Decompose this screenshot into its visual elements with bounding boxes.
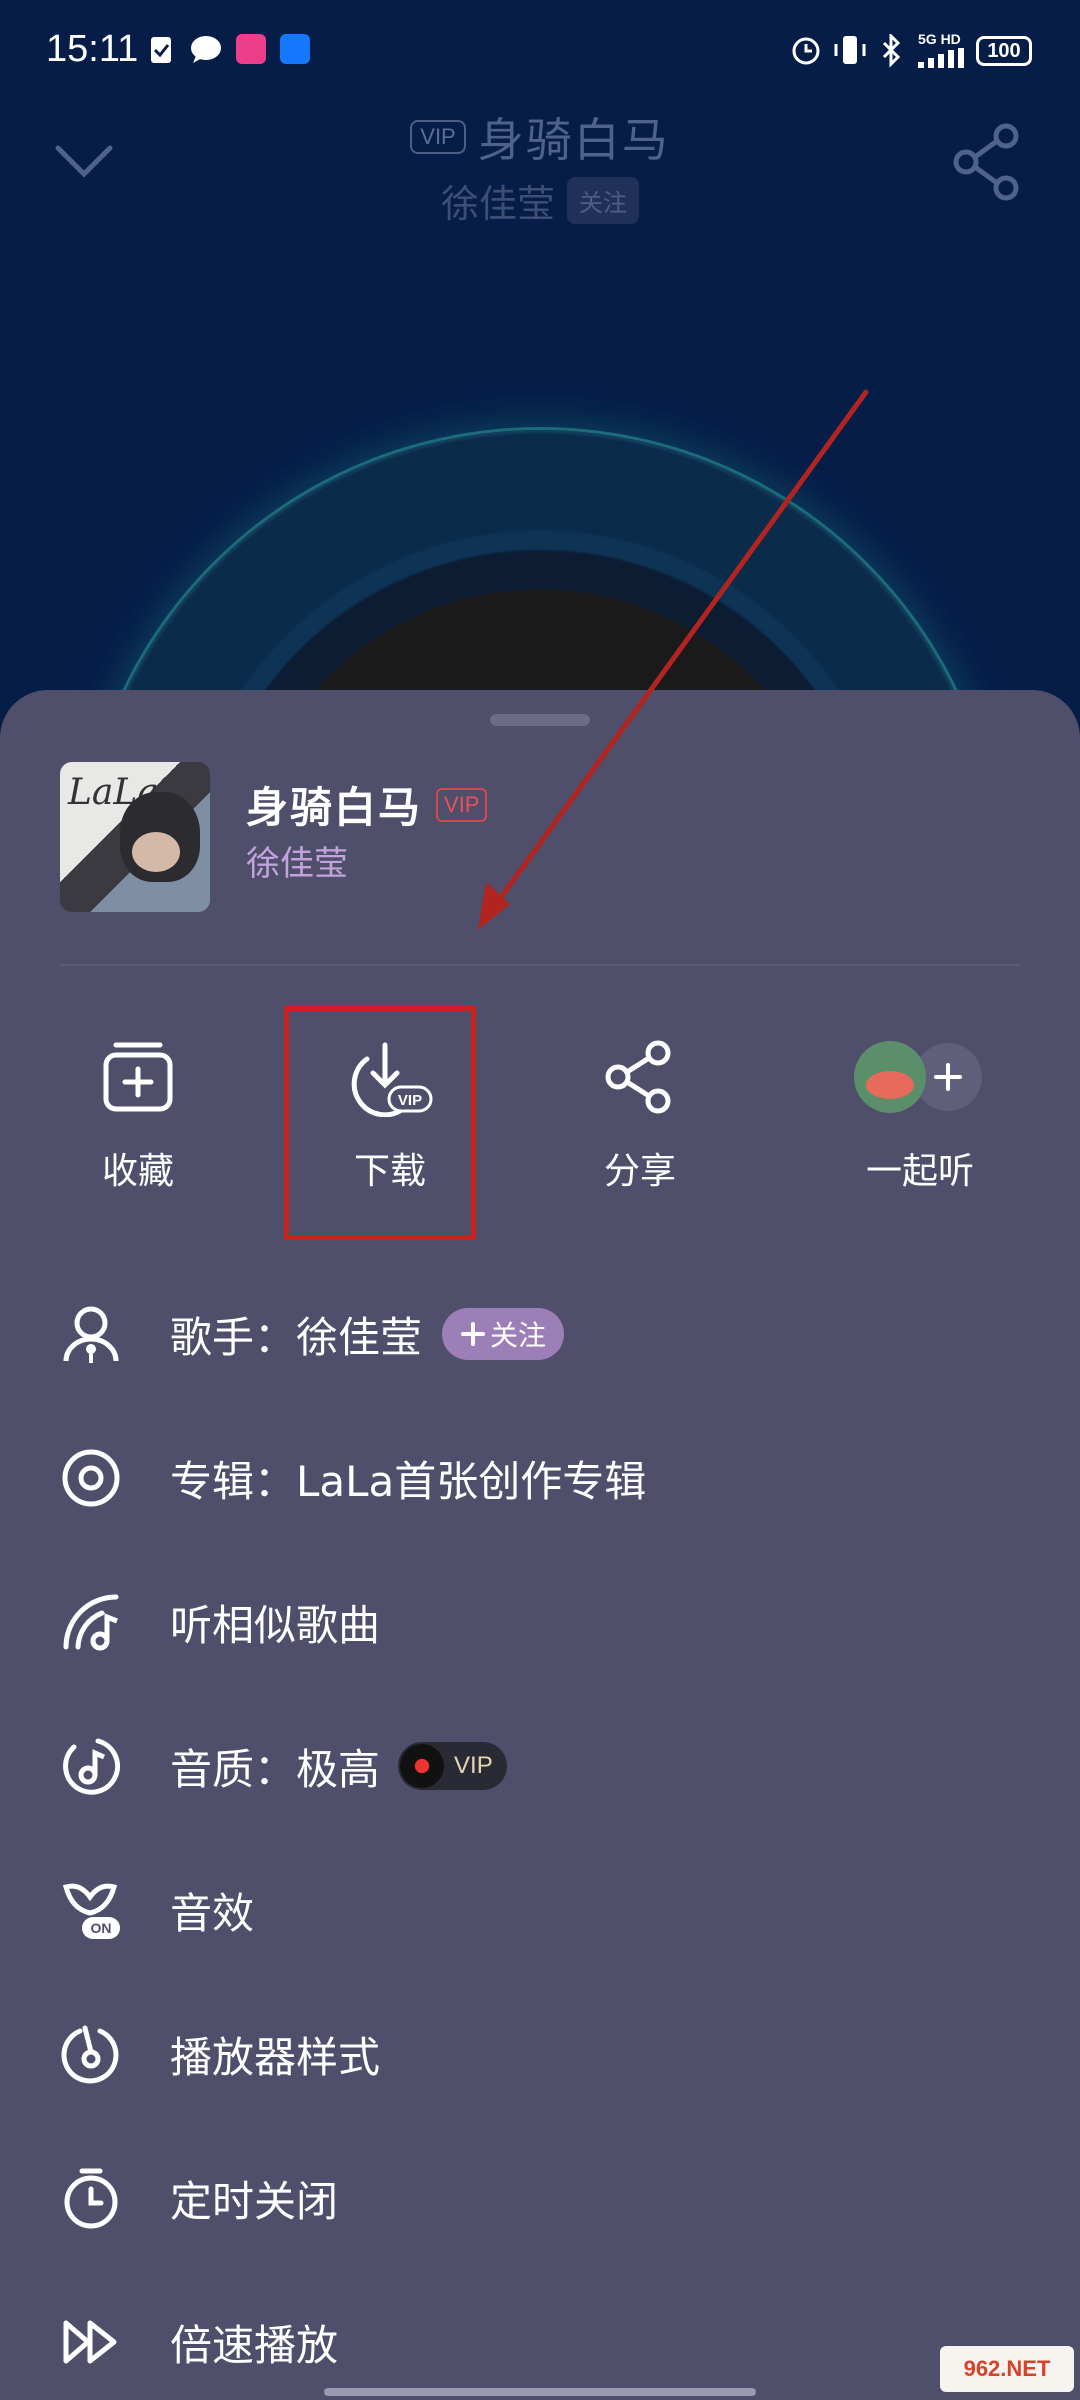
menu-item-quality[interactable]: 音质：极高 VIP xyxy=(60,1726,1020,1806)
more-options-sheet: LaLa 身骑白马 VIP 徐佳莹 收藏 VIP 下载 分享 一起听 歌手：徐佳… xyxy=(0,690,1080,2400)
menu-similar-label: 听相似歌曲 xyxy=(170,1600,381,1650)
player-song-title: 身骑白马 xyxy=(477,113,670,167)
bluetooth-icon xyxy=(882,34,901,68)
menu-sound-effect-label: 音效 xyxy=(170,1888,255,1938)
menu-item-speed[interactable]: 倍速播放 xyxy=(60,2302,1020,2382)
signal-icon xyxy=(918,48,964,68)
task-check-icon xyxy=(151,37,171,63)
watermark: 962.NET xyxy=(940,2346,1074,2392)
menu-item-sound-effect[interactable]: ON 音效 xyxy=(60,1870,1020,1950)
menu-item-timer[interactable]: 定时关闭 xyxy=(60,2158,1020,2238)
player-follow-button[interactable]: 关注 xyxy=(567,176,639,224)
divider xyxy=(60,964,1020,966)
share-icon[interactable] xyxy=(948,122,1028,202)
sheet-drag-handle[interactable] xyxy=(490,714,590,726)
collect-label: 收藏 xyxy=(101,1151,174,1192)
listen-together-icon xyxy=(854,1041,982,1113)
quality-vip-badge: VIP xyxy=(398,1742,507,1790)
timer-icon xyxy=(64,2168,118,2229)
menu-item-album[interactable]: 专辑：LaLa首张创作专辑 xyxy=(60,1438,1020,1518)
sound-effect-icon: ON xyxy=(62,1883,120,1939)
menu-player-style-label: 播放器样式 xyxy=(170,2032,381,2082)
menu-quality-label: 音质：极高 xyxy=(170,1744,381,1794)
vip-tag: VIP xyxy=(410,120,466,154)
follow-singer-label: 关注 xyxy=(490,1319,547,1352)
share-button[interactable]: 分享 xyxy=(540,1032,740,1194)
vip-badge: VIP xyxy=(436,787,488,822)
sound-effect-on-badge: ON xyxy=(91,1920,112,1936)
cover-face xyxy=(132,832,180,872)
menu-item-singer[interactable]: 歌手：徐佳莹 关注 xyxy=(60,1294,1020,1374)
menu-timer-label: 定时关闭 xyxy=(170,2176,339,2226)
menu-item-player-style[interactable]: 播放器样式 xyxy=(60,2014,1020,2094)
vibrate-icon xyxy=(834,36,866,64)
listen-together-label: 一起听 xyxy=(865,1151,974,1192)
network-type: 5G HD xyxy=(918,31,961,47)
quality-icon xyxy=(63,1738,121,1795)
download-highlight-box xyxy=(284,1006,476,1240)
similar-songs-icon xyxy=(63,1594,119,1651)
share-label: 分享 xyxy=(603,1151,676,1192)
song-title: 身骑白马 xyxy=(246,783,423,832)
home-indicator[interactable] xyxy=(324,2388,756,2396)
player-artist-row: 徐佳莹 关注 xyxy=(0,172,1080,228)
status-bar: 15:11 5G HD 100 xyxy=(0,0,1080,100)
speed-icon xyxy=(63,2320,117,2364)
song-artist[interactable]: 徐佳莹 xyxy=(246,836,348,885)
share-icon xyxy=(605,1040,671,1114)
menu-item-similar-songs[interactable]: 听相似歌曲 xyxy=(60,1582,1020,1662)
album-icon xyxy=(62,1449,120,1507)
quality-vip-text: VIP xyxy=(454,1752,493,1779)
alarm-icon xyxy=(792,37,820,65)
battery-indicator: 100 xyxy=(976,36,1032,66)
collect-button[interactable]: 收藏 xyxy=(38,1032,238,1194)
player-style-icon xyxy=(61,2025,119,2084)
player-title-row: VIP 身骑白马 xyxy=(0,102,1080,172)
plus-icon xyxy=(461,1322,486,1346)
lala-app-icon xyxy=(236,34,266,64)
alipay-app-icon xyxy=(280,34,310,64)
message-icon xyxy=(191,36,221,63)
menu-album-label: 专辑：LaLa首张创作专辑 xyxy=(170,1456,647,1506)
vinyl-disc-icon xyxy=(400,1744,445,1788)
listen-together-button[interactable]: 一起听 xyxy=(820,1032,1020,1194)
album-cover: LaLa xyxy=(60,762,210,912)
player-artist[interactable]: 徐佳莹 xyxy=(441,173,555,228)
add-to-collection-icon xyxy=(103,1042,173,1112)
menu-singer-label: 歌手：徐佳莹 xyxy=(170,1312,423,1362)
status-time: 15:11 xyxy=(46,28,139,70)
song-title-row: 身骑白马 VIP xyxy=(246,774,488,835)
menu-speed-label: 倍速播放 xyxy=(170,2320,339,2370)
follow-singer-button[interactable]: 关注 xyxy=(442,1308,565,1360)
singer-icon xyxy=(63,1306,119,1363)
